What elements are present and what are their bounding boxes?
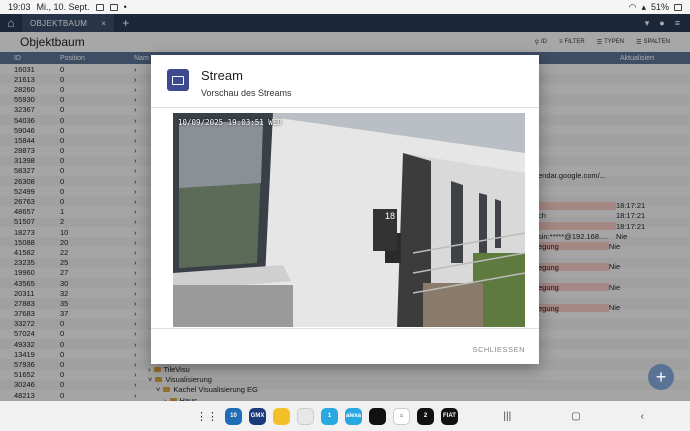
close-button[interactable]: SCHLIESSEN [472, 345, 525, 354]
battery-icon [674, 3, 682, 11]
video-app-icon[interactable] [369, 407, 386, 425]
stream-dialog: Stream Vorschau des Streams 10/09/2025 1… [151, 55, 539, 364]
youtube-icon [109, 3, 118, 11]
camera-image [173, 113, 525, 327]
apps-grid-icon[interactable]: ⋮⋮ [196, 410, 218, 423]
video-icon [167, 69, 189, 91]
camera-app-icon[interactable] [297, 407, 314, 425]
house-number: 18 [385, 211, 396, 221]
home-app-icon[interactable]: ⌂ [393, 407, 410, 425]
alexa-icon[interactable]: alexa [345, 407, 362, 425]
date: Mi., 10. Sept. [36, 2, 90, 12]
taskbar: ⋮⋮ 10 GMX 1 alexa ⌂ 2 FIAT ||| ▢ ‹ [0, 401, 690, 431]
back-nav-icon[interactable]: ‹ [641, 411, 644, 422]
wifi-icon: ◠ [628, 1, 637, 12]
museum-icon[interactable] [273, 407, 290, 425]
calendar-10-icon[interactable]: 10 [225, 407, 242, 425]
status-bar: 19:03 Mi., 10. Sept. • ◠ ▴ 51% [0, 0, 690, 14]
add-fab-button[interactable]: + [648, 364, 674, 390]
image-icon [95, 3, 104, 11]
dialog-subtitle: Vorschau des Streams [201, 88, 292, 98]
divider [151, 328, 539, 329]
flash-app-icon[interactable]: 1 [321, 407, 338, 425]
stream-preview: 10/09/2025 19:03:51 WED 18 [173, 113, 525, 327]
gmx-icon[interactable]: GMX [249, 407, 266, 425]
camera2-app-icon[interactable]: 2 [417, 407, 434, 425]
recents-nav-icon[interactable]: ||| [503, 411, 511, 422]
dialog-title: Stream [201, 68, 243, 83]
home-nav-icon[interactable]: ▢ [571, 411, 580, 422]
signal-icon: ▴ [641, 1, 646, 12]
dot-icon: • [123, 2, 127, 12]
divider [151, 107, 539, 108]
fiat-icon[interactable]: FIAT [441, 407, 458, 425]
battery-level: 51% [650, 2, 669, 12]
clock: 19:03 [8, 2, 31, 12]
stream-timestamp: 10/09/2025 19:03:51 WED [178, 118, 282, 127]
